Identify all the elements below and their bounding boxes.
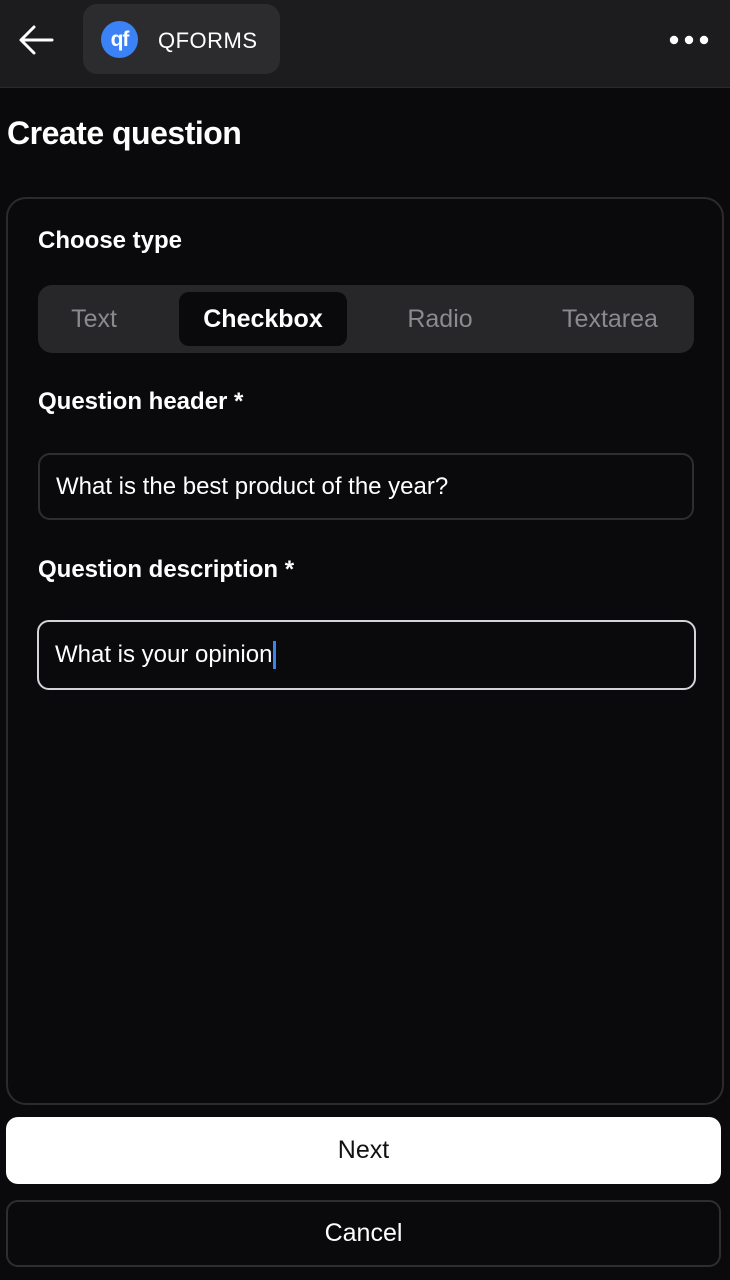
more-options-button[interactable]: [664, 22, 714, 58]
question-type-selector: Text Checkbox Radio Textarea: [38, 285, 694, 353]
cancel-button[interactable]: Cancel: [6, 1200, 721, 1267]
question-description-label: Question description *: [38, 556, 295, 583]
type-option-checkbox[interactable]: Checkbox: [179, 292, 347, 346]
app-logo: qf: [101, 21, 138, 58]
back-button[interactable]: [14, 20, 58, 60]
question-form-card: Choose type Text Checkbox Radio Textarea…: [6, 197, 724, 1105]
choose-type-label: Choose type: [38, 227, 183, 254]
arrow-left-icon: [19, 25, 54, 55]
type-option-text[interactable]: Text: [38, 292, 150, 346]
type-option-radio[interactable]: Radio: [356, 292, 524, 346]
page-title: Create question: [7, 115, 242, 151]
question-header-input[interactable]: What is the best product of the year?: [38, 453, 694, 520]
question-description-value: What is your opinion: [55, 641, 273, 668]
more-horizontal-icon: [669, 35, 709, 45]
question-description-input[interactable]: What is your opinion: [37, 620, 696, 690]
next-button[interactable]: Next: [6, 1117, 721, 1184]
app-name: QFORMS: [158, 28, 258, 53]
type-option-textarea[interactable]: Textarea: [526, 292, 694, 346]
question-header-value: What is the best product of the year?: [56, 472, 449, 500]
app-switcher-chip[interactable]: qf QFORMS: [83, 4, 280, 74]
top-app-bar: qf QFORMS: [0, 0, 730, 88]
question-header-label: Question header *: [38, 388, 244, 415]
text-caret: [273, 641, 277, 669]
